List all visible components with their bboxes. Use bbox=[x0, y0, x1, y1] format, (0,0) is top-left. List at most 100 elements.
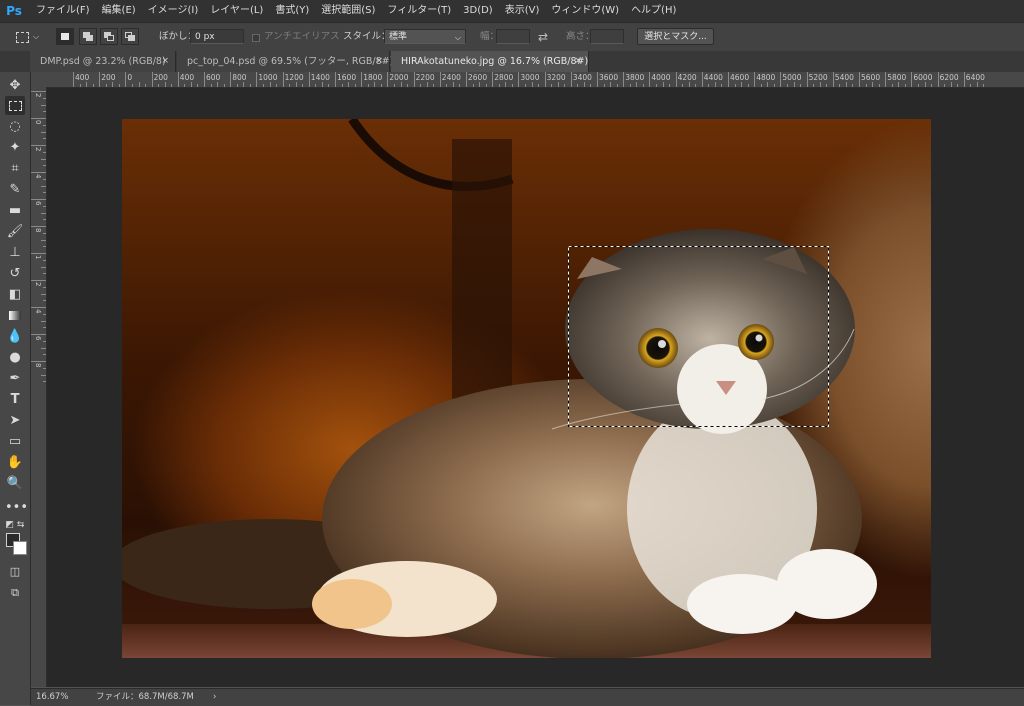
ruler-major-tick bbox=[31, 361, 46, 362]
healing-brush-tool-icon[interactable]: ▬ bbox=[5, 201, 25, 220]
vertical-ruler[interactable]: 2 0 2 4 6 8 1 2 4 6 8 bbox=[31, 87, 47, 687]
hand-tool-icon[interactable]: ✋ bbox=[5, 453, 25, 472]
zoom-level[interactable]: 16.67% bbox=[36, 689, 68, 705]
ruler-label: 5000 bbox=[782, 73, 802, 82]
ruler-minor-tick bbox=[328, 84, 330, 87]
blur-tool-icon[interactable]: 💧 bbox=[5, 327, 25, 346]
screen-mode-icon[interactable]: ⧉ bbox=[5, 583, 25, 602]
ruler-minor-tick bbox=[767, 82, 769, 87]
ruler-minor-tick bbox=[41, 131, 46, 133]
chevron-down-icon[interactable]: ⌵ bbox=[33, 23, 39, 51]
width-input[interactable] bbox=[496, 29, 530, 44]
ruler-major-tick bbox=[31, 172, 46, 173]
crop-tool-icon[interactable]: ⌗ bbox=[5, 159, 25, 178]
ruler-minor-tick bbox=[43, 327, 46, 329]
ruler-major-tick bbox=[832, 72, 834, 87]
more-tools-icon[interactable]: ••• bbox=[5, 498, 28, 517]
ruler-minor-tick bbox=[872, 82, 874, 87]
ruler-minor-tick bbox=[41, 185, 46, 187]
status-menu-arrow[interactable]: › bbox=[213, 689, 216, 705]
menu-filter[interactable]: フィルター(T) bbox=[381, 0, 457, 22]
ruler-minor-tick bbox=[420, 84, 422, 87]
menu-window[interactable]: ウィンドウ(W) bbox=[545, 0, 625, 22]
ruler-minor-tick bbox=[41, 347, 46, 349]
menu-layer[interactable]: レイヤー(L) bbox=[204, 0, 269, 22]
eraser-tool-icon[interactable]: ◧ bbox=[5, 285, 25, 304]
dodge-tool-icon[interactable]: ● bbox=[5, 348, 25, 367]
ruler-label: 6 bbox=[34, 201, 42, 206]
ruler-major-tick bbox=[31, 307, 46, 308]
subtract-from-selection-button[interactable] bbox=[100, 28, 118, 45]
ruler-minor-tick bbox=[43, 111, 46, 113]
document-image[interactable] bbox=[122, 119, 931, 658]
new-selection-button[interactable] bbox=[56, 28, 74, 45]
ruler-minor-tick bbox=[708, 84, 710, 87]
ruler-minor-tick bbox=[43, 354, 46, 356]
horizontal-ruler[interactable]: 400 200 0 200 400 600 800 1000 1200 1400 1600 1800 2… bbox=[31, 72, 1024, 88]
menu-image[interactable]: イメージ(I) bbox=[142, 0, 205, 22]
marquee-preset-icon[interactable] bbox=[14, 29, 30, 45]
ruler-label: 3000 bbox=[520, 73, 540, 82]
antialias-checkbox[interactable] bbox=[252, 34, 260, 42]
feather-input[interactable]: 0 px bbox=[190, 29, 244, 44]
lasso-tool-icon[interactable]: ◌ bbox=[5, 117, 25, 136]
background-color-swatch[interactable] bbox=[13, 541, 27, 555]
quick-mask-icon[interactable]: ◫ bbox=[5, 562, 25, 581]
menu-edit[interactable]: 編集(E) bbox=[96, 0, 142, 22]
photoshop-logo-icon[interactable]: Ps bbox=[4, 3, 24, 19]
ruler-minor-tick bbox=[131, 84, 133, 87]
ruler-label: 600 bbox=[206, 73, 221, 82]
tab-hirakotatuneko[interactable]: HIRAkotatuneko.jpg @ 16.7% (RGB/8#) × bbox=[391, 51, 589, 72]
magic-wand-tool-icon[interactable]: ✦ bbox=[5, 138, 25, 157]
select-and-mask-button[interactable]: 選択とマスク... bbox=[637, 28, 714, 45]
swap-dimensions-icon[interactable]: ⇄ bbox=[538, 23, 548, 51]
tab-dmp[interactable]: DMP.psd @ 23.2% (RGB/8) × bbox=[30, 51, 176, 72]
close-icon[interactable]: × bbox=[574, 51, 582, 72]
ruler-minor-tick bbox=[669, 84, 671, 87]
ruler-minor-tick bbox=[564, 84, 566, 87]
ruler-label: 4 bbox=[34, 309, 42, 314]
ruler-minor-tick bbox=[223, 84, 225, 87]
document-size: ファイル：68.7M/68.7M bbox=[96, 692, 194, 702]
ruler-major-tick bbox=[623, 72, 625, 87]
tab-pc-top[interactable]: pc_top_04.psd @ 69.5% (フッター, RGB/8#) × bbox=[177, 51, 393, 72]
move-tool-icon[interactable]: ✥ bbox=[5, 76, 25, 95]
style-select[interactable]: 標準 ⌵ bbox=[384, 29, 466, 44]
menu-select[interactable]: 選択範囲(S) bbox=[315, 0, 381, 22]
history-brush-tool-icon[interactable]: ↺ bbox=[5, 264, 25, 283]
close-icon[interactable]: × bbox=[375, 51, 383, 72]
ruler-minor-tick bbox=[629, 84, 631, 87]
ruler-minor-tick bbox=[41, 266, 46, 268]
ruler-minor-tick bbox=[505, 82, 507, 87]
ruler-minor-tick bbox=[950, 82, 952, 87]
height-input[interactable] bbox=[590, 29, 624, 44]
ruler-minor-tick bbox=[43, 205, 46, 207]
brush-tool-icon[interactable]: 🖌 bbox=[5, 222, 25, 241]
ruler-minor-tick bbox=[538, 84, 540, 87]
rectangle-tool-icon[interactable]: ▭ bbox=[5, 432, 25, 451]
close-icon[interactable]: × bbox=[161, 51, 169, 72]
menu-help[interactable]: ヘルプ(H) bbox=[625, 0, 682, 22]
antialias-label: アンチエイリアス bbox=[264, 31, 340, 42]
zoom-tool-icon[interactable]: 🔍 bbox=[5, 474, 25, 493]
menu-view[interactable]: 表示(V) bbox=[499, 0, 546, 22]
ruler-minor-tick bbox=[374, 82, 376, 87]
pen-tool-icon[interactable]: ✒ bbox=[5, 369, 25, 388]
menu-type[interactable]: 書式(Y) bbox=[269, 0, 315, 22]
rectangular-marquee-tool-icon[interactable] bbox=[5, 96, 25, 115]
ruler-label: 1600 bbox=[337, 73, 357, 82]
add-to-selection-button[interactable] bbox=[79, 28, 97, 45]
intersect-selection-button[interactable] bbox=[121, 28, 139, 45]
path-selection-tool-icon[interactable]: ➤ bbox=[5, 411, 25, 430]
ruler-minor-tick bbox=[695, 84, 697, 87]
menu-file[interactable]: ファイル(F) bbox=[30, 0, 96, 22]
ruler-minor-tick bbox=[43, 192, 46, 194]
menu-3d[interactable]: 3D(D) bbox=[457, 0, 499, 22]
eyedropper-tool-icon[interactable]: ✎ bbox=[5, 180, 25, 199]
gradient-tool-icon[interactable] bbox=[5, 306, 25, 325]
type-tool-icon[interactable]: T bbox=[5, 390, 25, 409]
clone-stamp-tool-icon[interactable]: ⊥ bbox=[5, 243, 25, 262]
ruler-major-tick bbox=[675, 72, 677, 87]
ruler-minor-tick bbox=[826, 84, 828, 87]
ruler-label: 4200 bbox=[677, 73, 697, 82]
